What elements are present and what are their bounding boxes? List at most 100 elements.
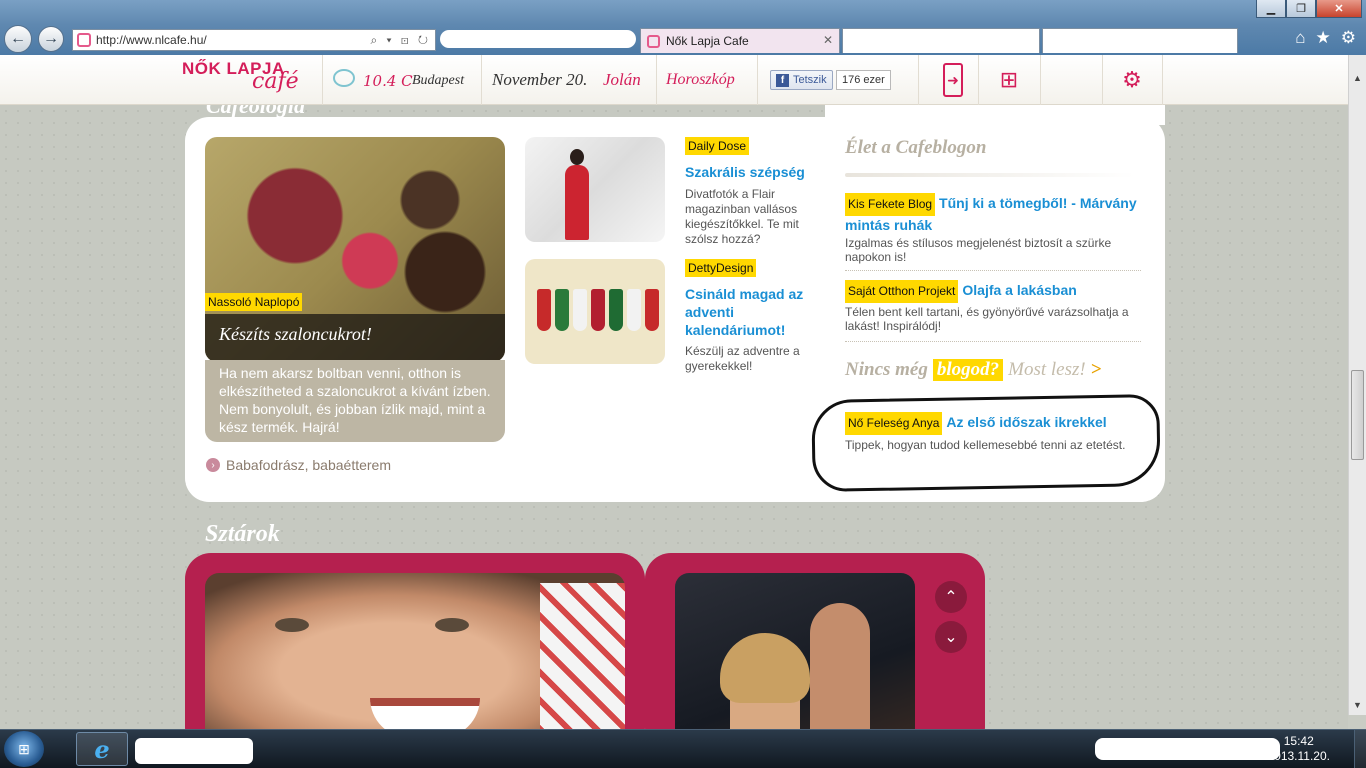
- tab-redacted-2[interactable]: [1042, 28, 1238, 53]
- feature-overlay: Készíts szaloncukrot!: [205, 314, 505, 362]
- clock-time: 15:42: [1283, 734, 1314, 748]
- photo-detail: [370, 698, 480, 729]
- windows-logo-glyph: ⊞: [999, 67, 1019, 92]
- model-figure: [570, 149, 584, 165]
- windows-app-icon[interactable]: ⊞: [994, 65, 1024, 95]
- header-divider: [322, 55, 323, 105]
- divider: [845, 341, 1141, 342]
- sock-shape: [537, 289, 551, 331]
- more-article-link[interactable]: › Babafodrász, babaétterem: [206, 457, 391, 473]
- blog-item-2-badge[interactable]: Saját Otthon Projekt: [845, 280, 959, 303]
- header-divider: [481, 55, 482, 105]
- feature-title[interactable]: Készíts szaloncukrot!: [219, 324, 372, 345]
- sock-shape: [645, 289, 659, 331]
- page-scrollbar[interactable]: ▲ ▼: [1348, 55, 1366, 715]
- cta-suffix-text: Most lesz!: [1008, 359, 1086, 380]
- forward-button[interactable]: →: [38, 26, 64, 52]
- facebook-icon: f: [776, 73, 789, 87]
- system-clock[interactable]: 15:42 2013.11.20.: [1267, 734, 1330, 764]
- article-2-title[interactable]: Csináld magad az adventi kalendáriumot!: [685, 285, 815, 339]
- blog-item-2-title[interactable]: Saját Otthon Projekt Olajfa a lakásban: [845, 280, 1145, 303]
- header-divider: [656, 55, 657, 105]
- scrollbar-thumb[interactable]: [1351, 370, 1364, 460]
- scroll-down-arrow-icon[interactable]: ▼: [1353, 700, 1362, 710]
- article-1-badge[interactable]: Daily Dose: [685, 137, 750, 155]
- header-divider: [918, 55, 919, 105]
- home-icon[interactable]: ⌂: [1295, 28, 1305, 48]
- blog-item-1-badge[interactable]: Kis Fekete Blog: [845, 193, 936, 216]
- carousel-down-button[interactable]: ⌄: [935, 621, 967, 653]
- scroll-up-arrow-icon[interactable]: ▲: [1353, 73, 1362, 83]
- address-tools-icons[interactable]: ⌕ ▾ ⊡ ↻: [370, 33, 435, 48]
- android-logo-glyph: ⚙: [1122, 67, 1142, 92]
- nameday-link[interactable]: Jolán: [603, 70, 641, 90]
- create-blog-cta[interactable]: Nincs még blogod? Most lesz! >: [845, 359, 1101, 381]
- photo-detail: [720, 633, 810, 703]
- carousel-up-button[interactable]: ⌃: [935, 581, 967, 613]
- feature-category-badge[interactable]: Nassoló Naplopó: [205, 293, 303, 311]
- exit-arrow-glyph: ➜: [947, 71, 959, 88]
- browser-chrome: ▁ ❐ ✕ ← → http://www.nlcafe.hu/ ⌕ ▾ ⊡ ↻ …: [0, 0, 1366, 55]
- tab-favicon-icon: [647, 34, 660, 48]
- blog-section-heading: Élet a Cafeblogon: [845, 137, 987, 158]
- windows-logo-icon: ⊞: [18, 740, 30, 757]
- blog-heading-rule: [845, 173, 1135, 177]
- browser-toolbar-icons: ⌂ ★ ⚙: [1295, 28, 1356, 48]
- facebook-like-button[interactable]: f Tetszik: [770, 70, 833, 90]
- header-divider: [1102, 55, 1103, 105]
- feature-description-box: Ha nem akarsz boltban venni, otthon is e…: [205, 360, 505, 442]
- minimize-button[interactable]: ▁: [1256, 0, 1286, 18]
- article-1-title[interactable]: Szakrális szépség: [685, 163, 815, 181]
- clock-date: 2013.11.20.: [1267, 749, 1330, 763]
- internet-explorer-icon: e: [94, 734, 110, 764]
- exit-icon[interactable]: ➜: [943, 63, 963, 97]
- star-photo-1[interactable]: [205, 573, 625, 729]
- cta-highlight[interactable]: blogod?: [932, 359, 1004, 381]
- cta-suffix[interactable]: Most lesz! >: [1008, 359, 1101, 381]
- redacted-tab-area: [440, 30, 636, 48]
- sock-shape: [627, 289, 641, 331]
- taskbar-ie-button[interactable]: e: [76, 732, 128, 766]
- model-figure: [565, 165, 589, 240]
- section-heading-sztarok: Sztárok: [205, 521, 280, 547]
- android-app-icon[interactable]: ⚙: [1117, 65, 1147, 95]
- close-button[interactable]: ✕: [1316, 0, 1362, 18]
- favorites-star-icon[interactable]: ★: [1316, 28, 1331, 48]
- redacted-taskbar-item: [135, 738, 253, 764]
- tab-close-icon[interactable]: ✕: [823, 33, 833, 47]
- star-photo-2[interactable]: [675, 573, 915, 729]
- show-desktop-button[interactable]: [1354, 730, 1366, 768]
- photo-detail: [435, 618, 469, 632]
- article-image-1[interactable]: [525, 137, 665, 242]
- blog-panel-top: [825, 105, 1165, 125]
- horoscope-link[interactable]: Horoszkóp: [666, 71, 735, 89]
- sock-shape: [555, 289, 569, 331]
- site-favicon-icon: [77, 33, 91, 47]
- blog-item-1-title[interactable]: Kis Fekete Blog Tűnj ki a tömegből! - Már…: [845, 193, 1145, 235]
- window-controls: ▁ ❐ ✕: [1256, 0, 1362, 18]
- sock-shape: [609, 289, 623, 331]
- blog-item-2-link[interactable]: Olajfa a lakásban: [962, 282, 1076, 298]
- sock-shape: [573, 289, 587, 331]
- article-image-2[interactable]: [525, 259, 665, 364]
- article-2-badge[interactable]: DettyDesign: [685, 259, 757, 277]
- current-date: November 20.: [492, 70, 588, 89]
- back-button[interactable]: ←: [4, 25, 32, 53]
- tab-redacted-1[interactable]: [842, 28, 1040, 53]
- address-bar[interactable]: http://www.nlcafe.hu/ ⌕ ▾ ⊡ ↻: [72, 29, 436, 51]
- photo-detail: [810, 603, 870, 729]
- site-header: NŐK LAPJA café 10.4 C Budapest November …: [0, 55, 1348, 105]
- tab-title: Nők Lapja Cafe: [666, 34, 749, 48]
- apple-app-icon[interactable]: [1055, 65, 1085, 95]
- start-button[interactable]: ⊞: [4, 731, 44, 767]
- weather-city: Budapest: [412, 73, 465, 88]
- chevron-down-icon: ⌄: [944, 629, 958, 646]
- back-arrow-icon: ←: [10, 30, 26, 47]
- windows-taskbar: ⊞ e 15:42 2013.11.20.: [0, 729, 1366, 768]
- tab-nok-lapja-cafe[interactable]: Nők Lapja Cafe ✕: [640, 28, 840, 53]
- site-logo[interactable]: NŐK LAPJA café: [182, 59, 299, 94]
- address-url[interactable]: http://www.nlcafe.hu/: [96, 33, 370, 47]
- tools-gear-icon[interactable]: ⚙: [1341, 28, 1356, 48]
- feature-image[interactable]: Készíts szaloncukrot!: [205, 137, 505, 362]
- maximize-button[interactable]: ❐: [1286, 0, 1316, 18]
